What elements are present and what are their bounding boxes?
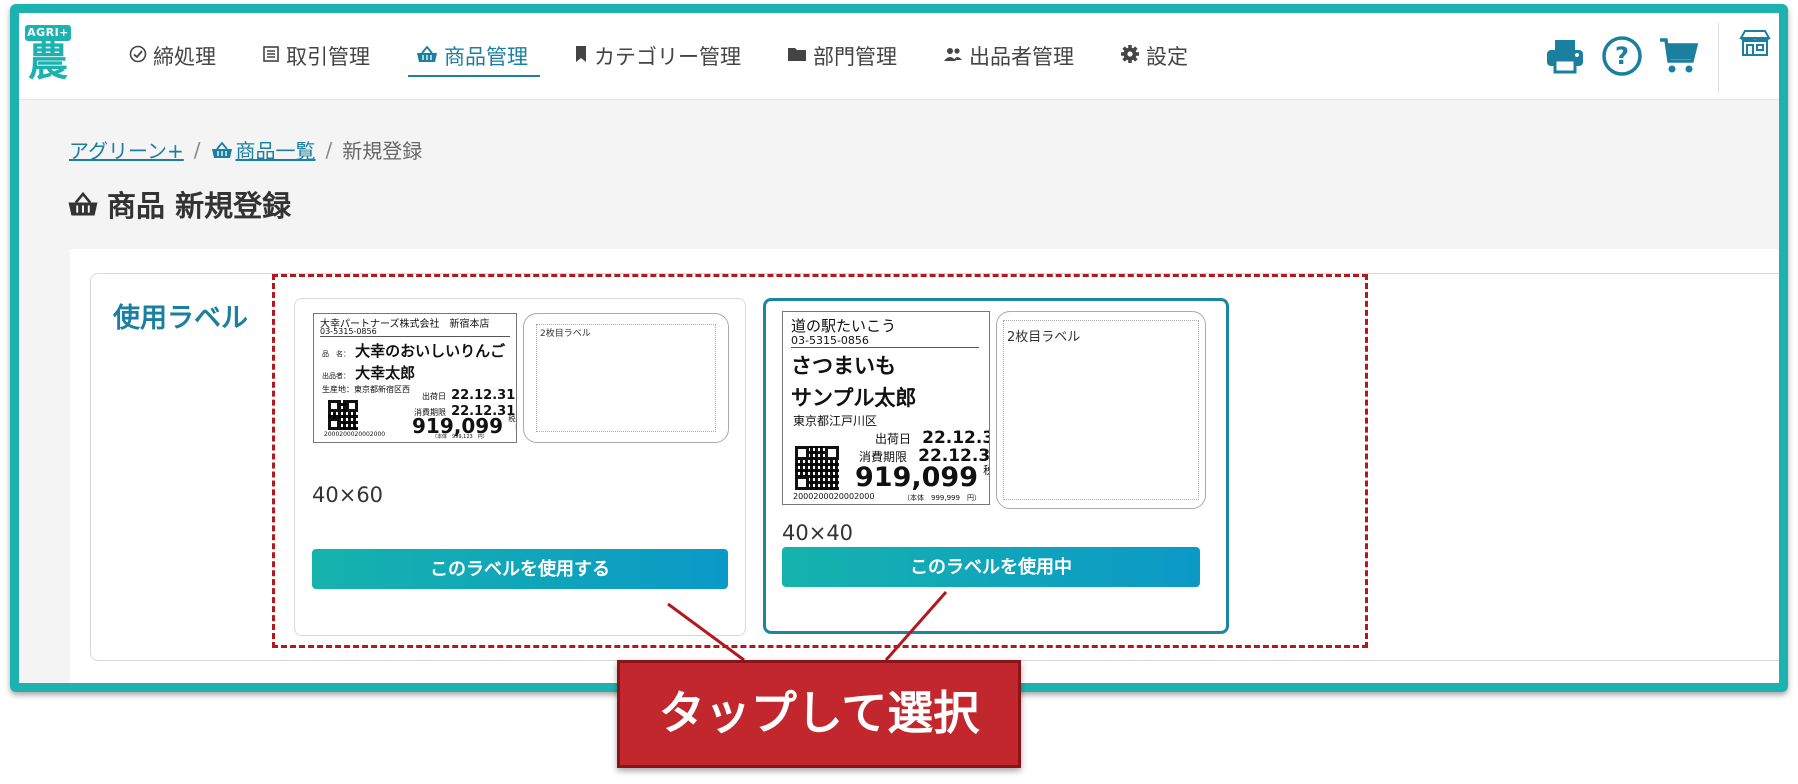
section-label-used-label: 使用ラベル — [113, 303, 248, 334]
nav-menu: 締処理 取引管理 商品管理 カテゴリー管理 部門管理 出品者管理 設定 — [129, 13, 1234, 99]
basket-icon — [416, 45, 438, 68]
label-size: 40×60 — [312, 483, 384, 507]
nav-item-label: 商品管理 — [444, 45, 528, 69]
tap-to-select-callout: タップして選択 — [617, 660, 1021, 768]
label-producer: 大幸太郎 — [355, 364, 416, 382]
label-tel: 03-5315-0856 — [791, 334, 979, 348]
label-price: 919,099 — [855, 462, 978, 493]
second-label-title: 2枚目ラベル — [540, 329, 591, 339]
label-company: 道の駅たいこう — [791, 317, 897, 335]
nav-item-label: 設定 — [1146, 45, 1188, 69]
breadcrumb: アグリーン+ / 商品一覧 / 新規登録 — [69, 135, 422, 164]
label-ship-key: 出荷日 — [875, 432, 912, 446]
breadcrumb-separator: / — [193, 137, 201, 162]
nav-item-departments[interactable]: 部門管理 — [787, 13, 897, 99]
bookmark-icon — [574, 45, 588, 68]
label-yen: 円 — [983, 477, 989, 489]
label-tax: 税込 — [508, 415, 516, 423]
folder-icon — [787, 46, 807, 67]
nav-item-label: カテゴリー管理 — [594, 45, 741, 69]
basket-icon — [211, 141, 233, 159]
label-origin: 生産地：東京都新宿区西 — [322, 385, 410, 394]
label-origin: 東京都江戸川区 — [793, 414, 878, 428]
receipt-icon — [262, 45, 280, 68]
label-base-price: （本体 999,123 円） — [432, 434, 488, 440]
svg-text:?: ? — [1615, 42, 1629, 70]
nav-item-label: 締処理 — [153, 45, 216, 69]
label-name-key: 品 名： — [322, 350, 350, 358]
breadcrumb-home-link[interactable]: アグリーン+ — [69, 135, 184, 164]
use-label-button[interactable]: このラベルを使用する — [312, 549, 728, 589]
label-card-40x40[interactable]: 道の駅たいこう 03-5315-0856 さつまいも サンプル太郎 東京都江戸川… — [763, 298, 1229, 634]
qr-code — [795, 446, 839, 490]
page-title-text: 商品 新規登録 — [107, 189, 292, 223]
label-in-use-button[interactable]: このラベルを使用中 — [782, 547, 1200, 587]
nav-item-sellers[interactable]: 出品者管理 — [943, 13, 1074, 99]
qr-code — [328, 400, 358, 430]
screenshot-frame: AGRI+ 農 締処理 取引管理 商品管理 カテゴリー管理 部門管理 出品者管理… — [10, 4, 1788, 692]
logo-kanji: 農 — [28, 39, 68, 85]
label-name: さつまいも — [791, 354, 896, 378]
label-tax: 税込 — [983, 465, 989, 477]
label-base-price: （本体 999,999 円） — [903, 494, 981, 502]
label-barcode-number: 2000200020002000 — [793, 492, 875, 501]
label-name-row: 品 名： 大幸のおいしいりんご — [322, 340, 505, 361]
help-icon[interactable]: ? — [1601, 35, 1643, 77]
label-producer: サンプル太郎 — [791, 386, 917, 410]
second-label-preview: 2枚目ラベル — [523, 313, 729, 443]
nav-item-label: 出品者管理 — [969, 45, 1074, 69]
top-navigation: AGRI+ 農 締処理 取引管理 商品管理 カテゴリー管理 部門管理 出品者管理… — [19, 13, 1779, 100]
label-ship-row: 出荷日 22.12.31 — [875, 428, 989, 448]
second-label-title: 2枚目ラベル — [1007, 330, 1081, 345]
label-price-row: 919,099 税込 円 — [855, 462, 989, 493]
label-ship-date: 22.12.31 — [922, 428, 989, 448]
check-circle-icon — [129, 45, 147, 68]
breadcrumb-product-list-link[interactable]: 商品一覧 — [236, 135, 316, 164]
second-label-preview: 2枚目ラベル — [996, 311, 1206, 509]
label-setting-box: 使用ラベル 大幸パートナーズ株式会社 新宿本店 03-5315-0856 品 名… — [90, 273, 1779, 661]
label-name: 大幸のおいしいりんご — [355, 342, 506, 360]
nav-item-label: 取引管理 — [286, 45, 370, 69]
breadcrumb-current: 新規登録 — [342, 139, 423, 163]
label-producer-key: 出品者： — [322, 372, 350, 380]
printer-icon[interactable] — [1545, 38, 1585, 74]
store-icon[interactable] — [1739, 29, 1771, 61]
label-barcode-number: 2000200020002000 — [324, 431, 386, 438]
basket-icon — [68, 191, 98, 216]
app-logo[interactable]: AGRI+ 農 — [25, 21, 71, 85]
nav-item-label: 部門管理 — [813, 45, 897, 69]
nav-item-categories[interactable]: カテゴリー管理 — [574, 13, 741, 99]
cart-icon[interactable] — [1659, 37, 1699, 75]
page-title: 商品 新規登録 — [67, 183, 291, 225]
nav-item-closing[interactable]: 締処理 — [129, 13, 216, 99]
toolbar-divider — [1718, 23, 1719, 93]
toolbar-icons: ? — [1529, 13, 1699, 99]
label-card-40x60[interactable]: 大幸パートナーズ株式会社 新宿本店 03-5315-0856 品 名： 大幸のお… — [294, 298, 746, 636]
content-panel: 使用ラベル 大幸パートナーズ株式会社 新宿本店 03-5315-0856 品 名… — [70, 249, 1779, 683]
nav-item-settings[interactable]: 設定 — [1120, 13, 1188, 99]
label-preview: 道の駅たいこう 03-5315-0856 さつまいも サンプル太郎 東京都江戸川… — [782, 311, 990, 505]
label-size: 40×40 — [782, 521, 854, 545]
label-preview: 大幸パートナーズ株式会社 新宿本店 03-5315-0856 品 名： 大幸のお… — [313, 313, 517, 443]
gear-icon — [1120, 44, 1140, 69]
label-yen: 円 — [508, 423, 516, 431]
users-icon — [943, 46, 963, 67]
breadcrumb-separator: / — [325, 137, 333, 162]
label-tel: 03-5315-0856 — [320, 327, 510, 337]
nav-item-products[interactable]: 商品管理 — [408, 13, 540, 99]
label-producer-row: 出品者： 大幸太郎 — [322, 362, 415, 383]
nav-item-transactions[interactable]: 取引管理 — [262, 13, 370, 99]
